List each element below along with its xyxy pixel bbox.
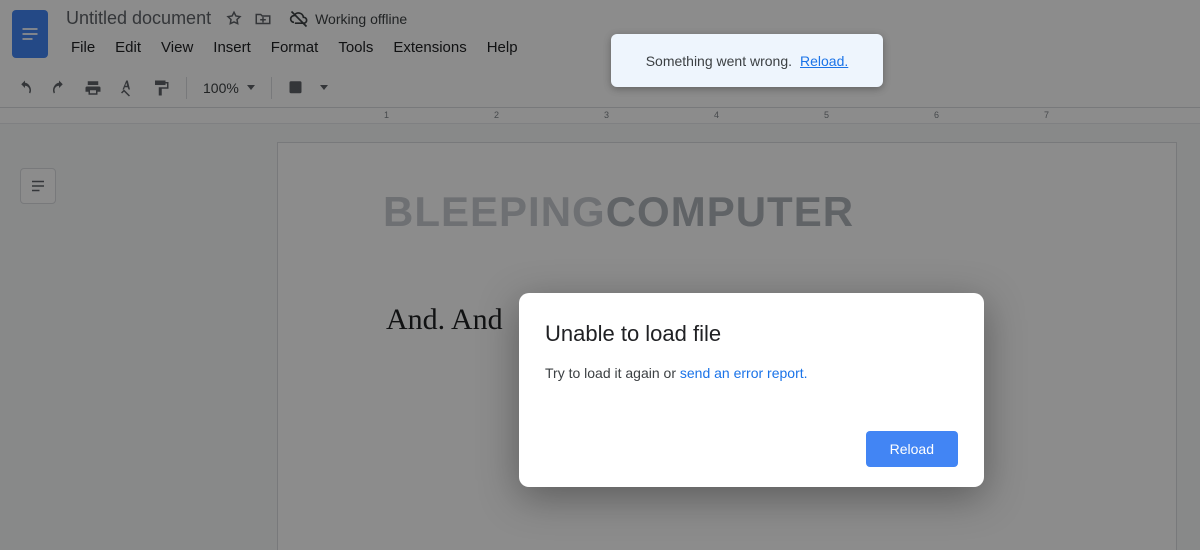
menu-view[interactable]: View xyxy=(152,35,202,60)
menu-edit[interactable]: Edit xyxy=(106,35,150,60)
modal-footer: Reload xyxy=(545,431,958,467)
ruler-mark: 1 xyxy=(384,110,389,120)
header: Untitled document Working offline File E… xyxy=(0,0,1200,68)
offline-label: Working offline xyxy=(315,11,407,27)
header-center: Untitled document Working offline File E… xyxy=(62,6,527,60)
toolbar-separator xyxy=(186,77,187,99)
spellcheck-button[interactable] xyxy=(112,73,142,103)
redo-button[interactable] xyxy=(44,73,74,103)
send-error-report-link[interactable]: send an error report. xyxy=(680,365,808,381)
menu-tools[interactable]: Tools xyxy=(329,35,382,60)
menu-format[interactable]: Format xyxy=(262,35,328,60)
chevron-down-icon[interactable] xyxy=(320,85,328,90)
paint-format-button[interactable] xyxy=(146,73,176,103)
document-body-text[interactable]: And. And xyxy=(386,303,503,337)
watermark-part-b: COMPUTER xyxy=(606,188,854,235)
docs-app-icon[interactable] xyxy=(12,10,48,58)
watermark-text: BLEEPINGCOMPUTER xyxy=(383,188,854,236)
modal-body: Try to load it again or send an error re… xyxy=(545,365,958,381)
app-root: Untitled document Working offline File E… xyxy=(0,0,1200,550)
menu-insert[interactable]: Insert xyxy=(204,35,260,60)
toolbar: 100% xyxy=(0,68,1200,108)
ruler-mark: 6 xyxy=(934,110,939,120)
offline-status: Working offline xyxy=(289,9,407,29)
toolbar-separator xyxy=(271,77,272,99)
ruler: 1 2 3 4 5 6 7 xyxy=(0,108,1200,124)
menu-bar: File Edit View Insert Format Tools Exten… xyxy=(62,35,527,60)
reload-button[interactable]: Reload xyxy=(866,431,958,467)
ruler-mark: 5 xyxy=(824,110,829,120)
ruler-mark: 3 xyxy=(604,110,609,120)
menu-help[interactable]: Help xyxy=(478,35,527,60)
watermark-part-a: BLEEPING xyxy=(383,188,606,235)
modal-body-text: Try to load it again or xyxy=(545,365,680,381)
insert-image-button[interactable] xyxy=(282,73,312,103)
zoom-select[interactable]: 100% xyxy=(197,80,261,96)
chevron-down-icon xyxy=(247,85,255,90)
star-icon[interactable] xyxy=(225,10,243,28)
toast-reload-link[interactable]: Reload. xyxy=(800,53,848,69)
ruler-mark: 4 xyxy=(714,110,719,120)
modal-title: Unable to load file xyxy=(545,321,958,347)
print-button[interactable] xyxy=(78,73,108,103)
outline-toggle-button[interactable] xyxy=(20,168,56,204)
zoom-value: 100% xyxy=(203,80,239,96)
error-toast: Something went wrong. Reload. xyxy=(611,34,883,87)
toast-message: Something went wrong. xyxy=(646,53,792,69)
cloud-off-icon xyxy=(289,9,309,29)
move-folder-icon[interactable] xyxy=(253,10,273,28)
menu-file[interactable]: File xyxy=(62,35,104,60)
ruler-mark: 2 xyxy=(494,110,499,120)
document-title[interactable]: Untitled document xyxy=(62,6,215,31)
title-row: Untitled document Working offline xyxy=(62,6,527,31)
undo-button[interactable] xyxy=(10,73,40,103)
ruler-mark: 7 xyxy=(1044,110,1049,120)
error-modal: Unable to load file Try to load it again… xyxy=(519,293,984,487)
menu-extensions[interactable]: Extensions xyxy=(384,35,475,60)
